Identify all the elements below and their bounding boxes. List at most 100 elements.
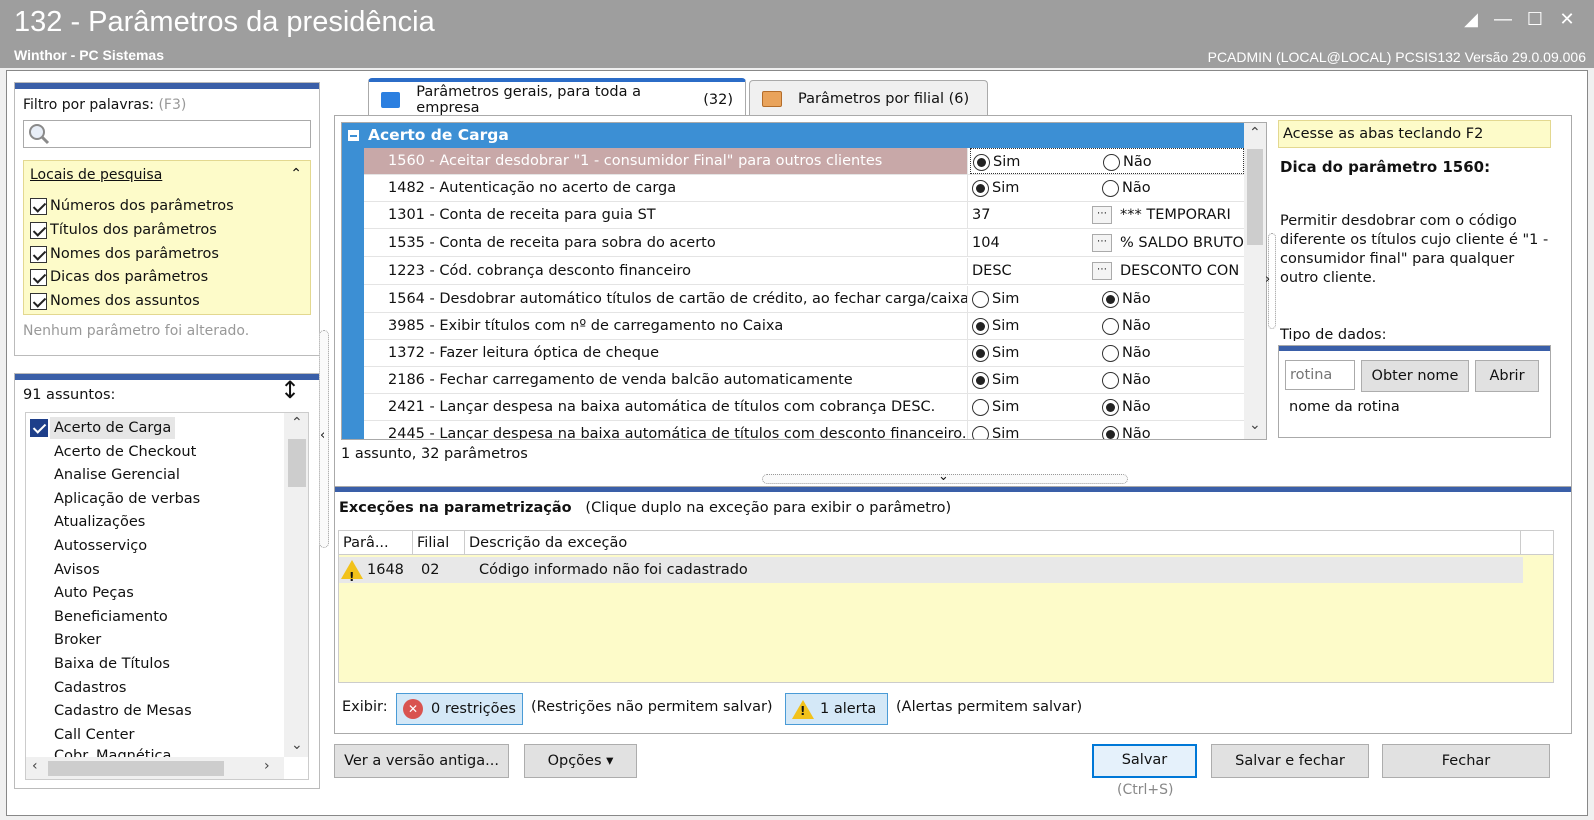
radio-no[interactable]: Não: [1102, 317, 1151, 335]
radio-yes[interactable]: Sim: [972, 290, 1019, 308]
radio-button[interactable]: [1102, 179, 1119, 197]
checkbox[interactable]: [30, 268, 47, 286]
radio-no[interactable]: Não: [1102, 398, 1151, 416]
group-header[interactable]: Acerto de Carga: [342, 123, 1244, 148]
alerts-toggle[interactable]: 1 alerta: [785, 693, 888, 725]
parameter-row[interactable]: 1301 - Conta de receita para guia ST 37 …: [364, 202, 1244, 229]
column-header[interactable]: Descrição da exceção: [465, 531, 1521, 555]
scroll-thumb[interactable]: [48, 761, 224, 776]
collapse-right-icon[interactable]: ›: [1265, 272, 1270, 287]
subject-item[interactable]: Broker: [54, 629, 101, 651]
subject-item[interactable]: Call Center: [54, 724, 134, 746]
radio-button[interactable]: [972, 398, 989, 416]
parameter-row[interactable]: 2445 - Lançar despesa na baixa automátic…: [364, 421, 1244, 439]
scroll-up-icon[interactable]: ⌃: [1249, 125, 1261, 141]
location-option[interactable]: Nomes dos assuntos: [30, 290, 200, 312]
subject-item[interactable]: Cobr. Magnética: [54, 747, 171, 757]
radio-button[interactable]: [1102, 398, 1119, 416]
subject-item[interactable]: Avisos: [54, 559, 100, 581]
checkbox[interactable]: [30, 197, 47, 215]
save-button[interactable]: Salvar: [1092, 744, 1197, 778]
parameter-row[interactable]: 1560 - Aceitar desdobrar "1 - consumidor…: [364, 148, 1244, 175]
save-and-close-button[interactable]: Salvar e fechar: [1211, 744, 1369, 778]
radio-button[interactable]: [972, 344, 989, 362]
parameter-value[interactable]: 104 ⋯ % SALDO BRUTO: [970, 230, 1244, 256]
radio-button[interactable]: [1102, 344, 1119, 362]
collapse-up-icon[interactable]: ⌃: [290, 166, 302, 182]
horizontal-scrollbar[interactable]: ‹ ›: [26, 757, 284, 779]
options-button[interactable]: Opções ▾: [524, 744, 637, 778]
radio-yes[interactable]: Sim: [973, 153, 1020, 171]
radio-no[interactable]: Não: [1102, 344, 1151, 362]
location-option[interactable]: Dicas dos parâmetros: [30, 266, 208, 288]
subject-item[interactable]: Baixa de Títulos: [54, 653, 170, 675]
scroll-right-icon[interactable]: ›: [264, 758, 270, 774]
lookup-button[interactable]: ⋯: [1092, 206, 1112, 224]
parameter-value[interactable]: Sim Não: [970, 421, 1244, 439]
restrictions-toggle[interactable]: ✕ 0 restrições: [396, 693, 523, 725]
parameter-row[interactable]: 3985 - Exibir títulos com nº de carregam…: [364, 313, 1244, 340]
parameter-code[interactable]: DESC: [972, 258, 1012, 284]
radio-yes[interactable]: Sim: [972, 179, 1019, 197]
pin-icon[interactable]: ◢: [1459, 8, 1483, 32]
get-name-button[interactable]: Obter nome: [1361, 360, 1469, 392]
radio-yes[interactable]: Sim: [972, 425, 1019, 439]
radio-no[interactable]: Não: [1102, 371, 1151, 389]
tab-branch-parameters[interactable]: Parâmetros por filial (6): [749, 80, 988, 116]
checkbox[interactable]: [30, 221, 47, 239]
subject-item[interactable]: Cadastros: [54, 677, 126, 699]
search-input[interactable]: [23, 120, 311, 148]
subject-item[interactable]: Analise Gerencial: [54, 464, 180, 486]
subject-item[interactable]: Cadastro de Mesas: [54, 700, 192, 722]
scroll-left-icon[interactable]: ‹: [32, 758, 38, 774]
radio-yes[interactable]: Sim: [972, 317, 1019, 335]
parameter-value[interactable]: Sim Não: [970, 367, 1244, 393]
parameter-value[interactable]: Sim Não: [970, 148, 1244, 174]
column-header[interactable]: Parâ...: [339, 531, 413, 555]
minimize-icon[interactable]: ―: [1491, 8, 1515, 32]
parameter-row[interactable]: 1482 - Autenticação no acerto de carga S…: [364, 175, 1244, 202]
radio-yes[interactable]: Sim: [972, 371, 1019, 389]
search-locations-title[interactable]: Locais de pesquisa: [30, 167, 162, 183]
radio-no[interactable]: Não: [1103, 153, 1152, 171]
radio-yes[interactable]: Sim: [972, 398, 1019, 416]
parameter-value[interactable]: Sim Não: [970, 394, 1244, 420]
subject-item[interactable]: Beneficiamento: [54, 606, 168, 628]
checkbox[interactable]: [30, 292, 47, 310]
subject-item[interactable]: Autosserviço: [54, 535, 147, 557]
parameter-value[interactable]: Sim Não: [970, 340, 1244, 366]
subject-item[interactable]: Auto Peças: [54, 582, 134, 604]
radio-button[interactable]: [1102, 317, 1119, 335]
scroll-up-icon[interactable]: ⌃: [291, 415, 303, 431]
parameter-row[interactable]: 1372 - Fazer leitura óptica de cheque Si…: [364, 340, 1244, 367]
scroll-thumb[interactable]: [1247, 149, 1263, 245]
scroll-down-icon[interactable]: ⌄: [1249, 417, 1261, 433]
selected-check-icon[interactable]: [30, 419, 48, 437]
subject-item[interactable]: Acerto de Checkout: [54, 441, 196, 463]
vertical-scrollbar[interactable]: ⌃ ⌄: [1244, 123, 1266, 439]
lookup-button[interactable]: ⋯: [1092, 234, 1112, 252]
radio-no[interactable]: Não: [1102, 425, 1151, 439]
table-row[interactable]: 1648 02 Código informado não foi cadastr…: [339, 557, 1523, 590]
scroll-down-icon[interactable]: ⌄: [291, 737, 303, 753]
parameter-row[interactable]: 1223 - Cód. cobrança desconto financeiro…: [364, 258, 1244, 285]
radio-button[interactable]: [972, 290, 989, 308]
radio-button[interactable]: [1102, 290, 1119, 308]
parameter-row[interactable]: 1535 - Conta de receita para sobra do ac…: [364, 230, 1244, 257]
subject-item[interactable]: Aplicação de verbas: [54, 488, 200, 510]
radio-no[interactable]: Não: [1102, 290, 1151, 308]
location-option[interactable]: Números dos parâmetros: [30, 195, 234, 217]
radio-button[interactable]: [1102, 425, 1119, 439]
radio-button[interactable]: [972, 317, 989, 335]
old-version-button[interactable]: Ver a versão antiga...: [334, 744, 509, 778]
location-option[interactable]: Nomes dos parâmetros: [30, 243, 219, 265]
subject-item[interactable]: Acerto de Carga: [50, 417, 176, 439]
radio-button[interactable]: [972, 425, 989, 439]
scroll-thumb[interactable]: [288, 439, 306, 487]
parameter-code[interactable]: 37: [972, 202, 990, 228]
radio-button[interactable]: [1102, 371, 1119, 389]
open-button[interactable]: Abrir: [1475, 360, 1539, 392]
location-option[interactable]: Títulos dos parâmetros: [30, 219, 217, 241]
radio-button[interactable]: [973, 153, 990, 171]
routine-input[interactable]: [1285, 360, 1355, 390]
